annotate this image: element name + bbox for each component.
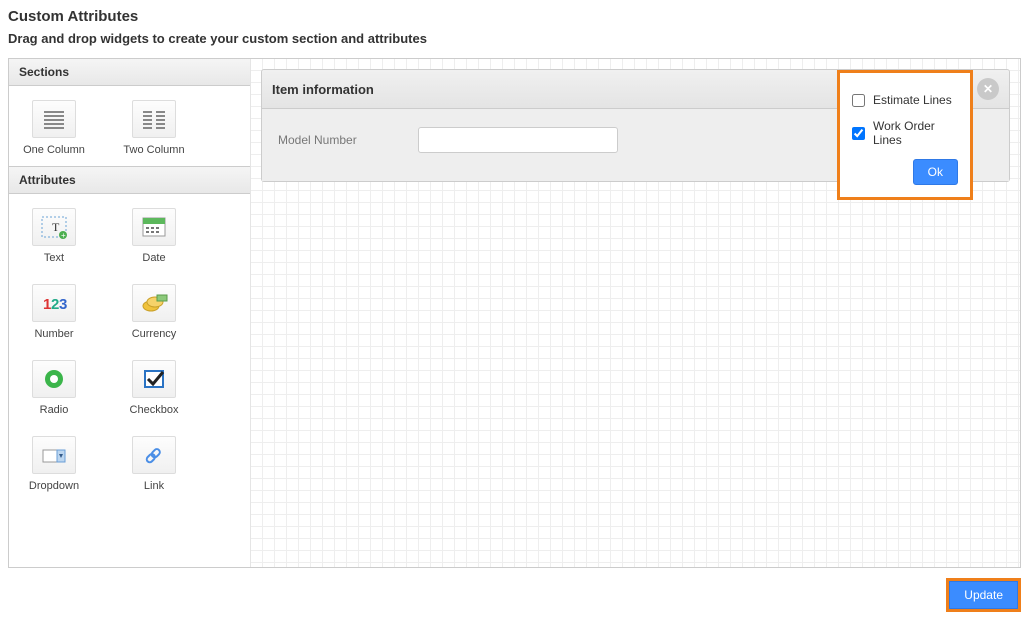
close-icon: ✕: [983, 82, 993, 96]
section-card-item-information[interactable]: Item information Share ✕: [261, 69, 1010, 182]
svg-text:3: 3: [59, 296, 67, 313]
sidebar: Sections One Column Two Column Attribute…: [9, 59, 251, 567]
widget-label: Dropdown: [29, 480, 79, 492]
radio-icon: [32, 360, 76, 398]
close-section-button[interactable]: ✕: [977, 78, 999, 100]
share-popover: Estimate Lines Work Order Lines Ok: [837, 70, 973, 200]
update-highlight: Update: [946, 578, 1021, 612]
widget-text[interactable]: T+ Text: [19, 208, 89, 264]
link-icon: [132, 436, 176, 474]
widget-currency[interactable]: Currency: [119, 284, 189, 340]
widget-label: Radio: [40, 404, 69, 416]
field-label: Model Number: [278, 133, 378, 147]
model-number-input[interactable]: [418, 127, 618, 153]
widget-label: Link: [144, 480, 164, 492]
attributes-body: T+ Text Date 123 Number: [9, 194, 250, 502]
widget-two-column[interactable]: Two Column: [119, 100, 189, 156]
estimate-lines-checkbox[interactable]: [852, 94, 865, 107]
widget-checkbox[interactable]: Checkbox: [119, 360, 189, 416]
widget-dropdown[interactable]: Dropdown: [19, 436, 89, 492]
work-order-lines-checkbox[interactable]: [852, 127, 865, 140]
widget-label: Date: [142, 252, 165, 264]
update-button[interactable]: Update: [949, 581, 1018, 609]
currency-icon: [132, 284, 176, 322]
popover-option-work-order-lines[interactable]: Work Order Lines: [852, 119, 958, 147]
checkbox-icon: [132, 360, 176, 398]
sections-header: Sections: [9, 59, 250, 86]
two-column-icon: [132, 100, 176, 138]
option-label: Work Order Lines: [873, 119, 958, 147]
widget-label: One Column: [23, 144, 85, 156]
text-icon: T+: [32, 208, 76, 246]
widget-one-column[interactable]: One Column: [19, 100, 89, 156]
widget-link[interactable]: Link: [119, 436, 189, 492]
sections-body: One Column Two Column: [9, 86, 250, 166]
widget-label: Two Column: [123, 144, 184, 156]
option-label: Estimate Lines: [873, 93, 952, 107]
section-title: Item information: [272, 82, 374, 97]
widget-label: Checkbox: [130, 404, 179, 416]
widget-radio[interactable]: Radio: [19, 360, 89, 416]
svg-text:T: T: [52, 220, 60, 234]
attributes-header: Attributes: [9, 166, 250, 194]
canvas[interactable]: Item information Share ✕: [251, 59, 1020, 567]
page-title: Custom Attributes: [8, 8, 1021, 25]
date-icon: [132, 208, 176, 246]
widget-number[interactable]: 123 Number: [19, 284, 89, 340]
widget-label: Currency: [132, 328, 177, 340]
page-subtitle: Drag and drop widgets to create your cus…: [8, 31, 1021, 46]
widget-date[interactable]: Date: [119, 208, 189, 264]
dropdown-icon: [32, 436, 76, 474]
ok-button[interactable]: Ok: [913, 159, 958, 185]
widget-label: Number: [34, 328, 73, 340]
builder-container: Sections One Column Two Column Attribute…: [8, 58, 1021, 568]
number-icon: 123: [32, 284, 76, 322]
svg-text:+: +: [61, 231, 66, 240]
footer-row: Update: [8, 568, 1021, 612]
one-column-icon: [32, 100, 76, 138]
popover-option-estimate-lines[interactable]: Estimate Lines: [852, 93, 958, 107]
widget-label: Text: [44, 252, 64, 264]
